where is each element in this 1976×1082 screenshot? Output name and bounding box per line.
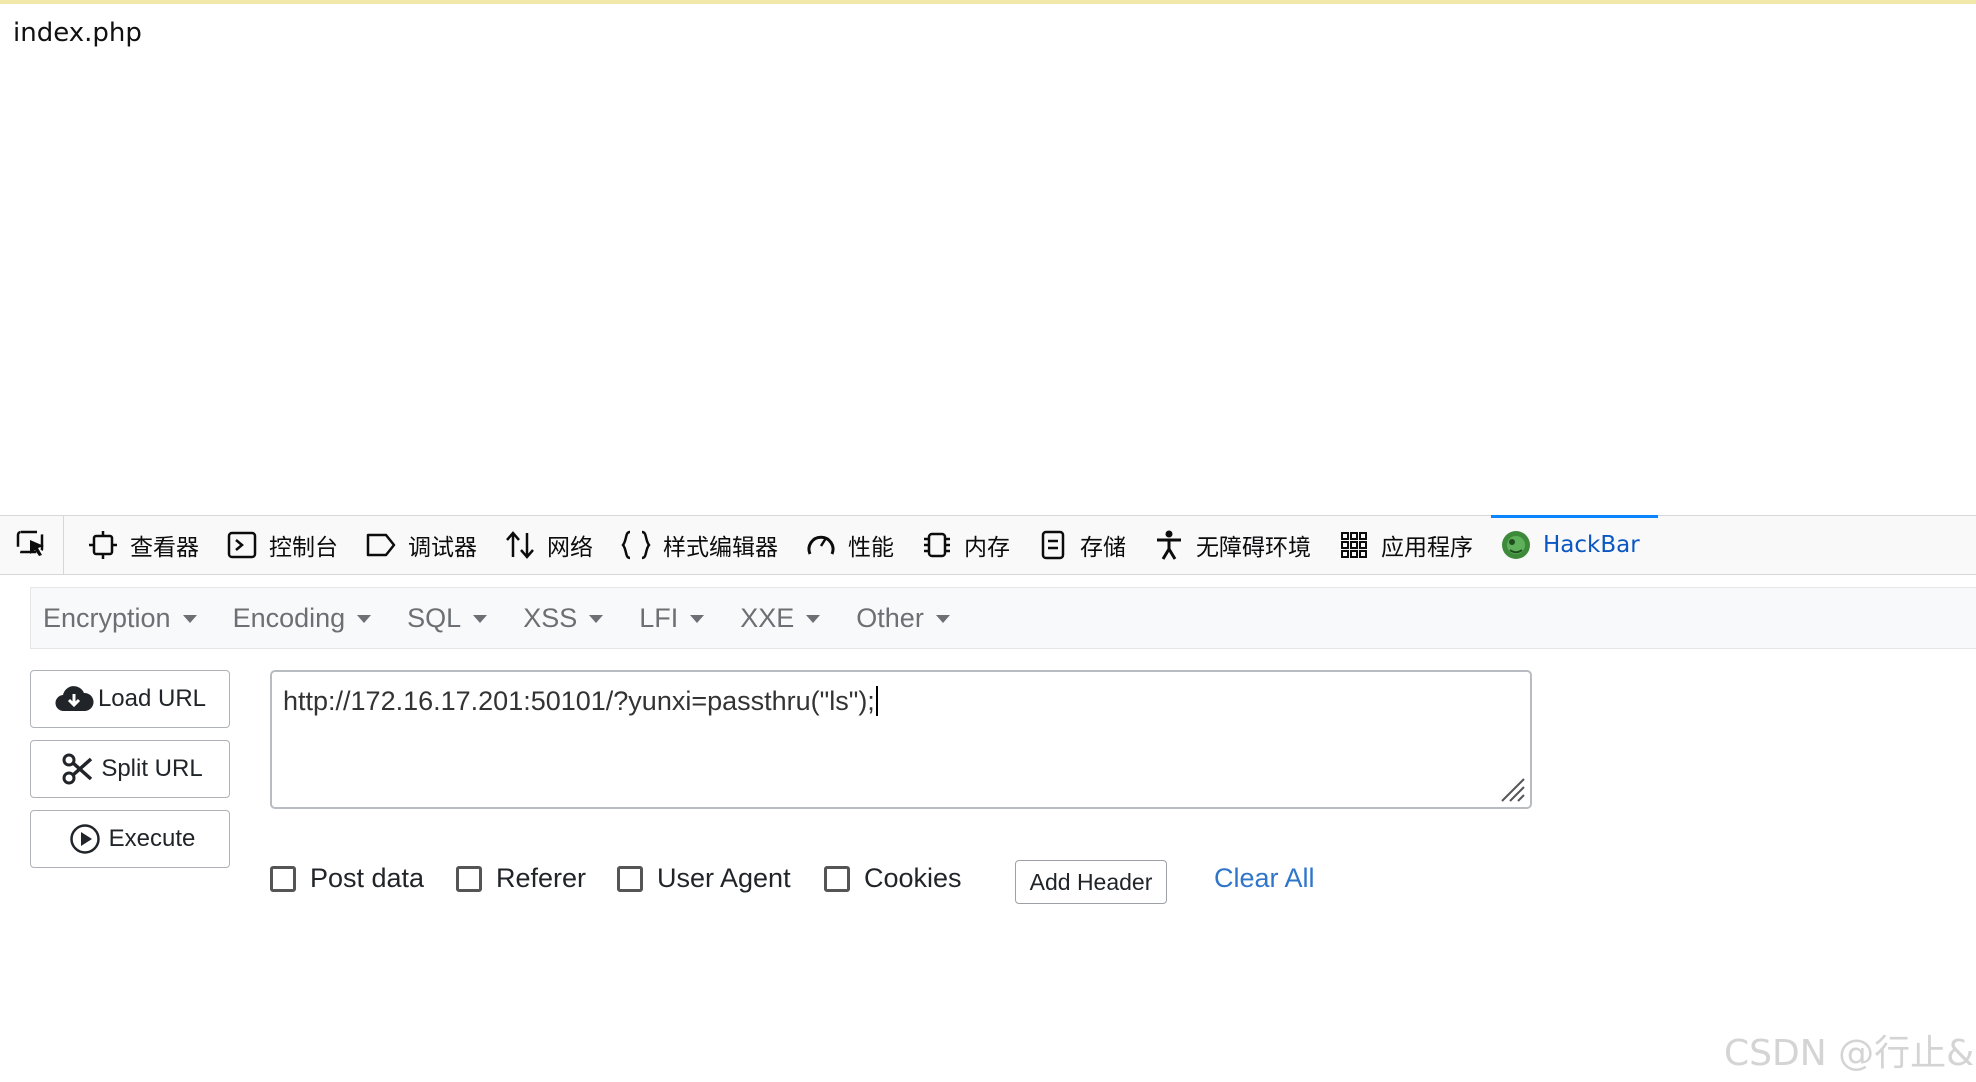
user-agent-checkbox[interactable]: User Agent bbox=[617, 863, 791, 894]
referer-checkbox[interactable]: Referer bbox=[456, 863, 586, 894]
style-editor-icon bbox=[619, 530, 653, 560]
tab-label: HackBar bbox=[1543, 532, 1640, 558]
tab-inspector[interactable]: 查看器 bbox=[78, 516, 217, 574]
caret-down-icon bbox=[357, 615, 372, 623]
hackbar-menu-bar: Encryption Encoding SQL XSS LFI XXE Othe… bbox=[30, 587, 1976, 649]
storage-icon bbox=[1036, 530, 1070, 560]
tab-application[interactable]: 应用程序 bbox=[1329, 516, 1491, 574]
devtools-toolbar: 查看器 控制台 调试器 网络 样式编辑器 性能 内存 存储 无障碍环境 应用程序… bbox=[0, 515, 1976, 575]
tab-console[interactable]: 控制台 bbox=[217, 516, 356, 574]
tab-label: 查看器 bbox=[130, 535, 199, 561]
menu-sql[interactable]: SQL bbox=[395, 603, 501, 634]
inspector-icon bbox=[86, 530, 120, 560]
url-text: http://172.16.17.201:50101/?yunxi=passth… bbox=[283, 686, 875, 716]
tab-label: 网络 bbox=[547, 535, 593, 561]
console-icon bbox=[225, 530, 259, 560]
menu-label: Other bbox=[856, 602, 924, 633]
tab-accessibility[interactable]: 无障碍环境 bbox=[1144, 516, 1329, 574]
tab-label: 性能 bbox=[848, 535, 894, 561]
load-url-label: Load URL bbox=[97, 685, 207, 712]
checkbox-box[interactable] bbox=[456, 865, 482, 892]
menu-label: LFI bbox=[639, 602, 679, 633]
caret-down-icon bbox=[589, 615, 604, 623]
menu-encryption[interactable]: Encryption bbox=[31, 603, 211, 634]
execute-label: Execute bbox=[108, 825, 196, 852]
tab-storage[interactable]: 存储 bbox=[1028, 516, 1144, 574]
performance-icon bbox=[804, 530, 838, 560]
resize-handle-icon[interactable] bbox=[1498, 775, 1526, 803]
text-cursor bbox=[875, 686, 878, 716]
tab-style-editor[interactable]: 样式编辑器 bbox=[611, 516, 796, 574]
menu-label: SQL bbox=[407, 602, 462, 633]
element-picker-icon bbox=[15, 528, 49, 562]
page-content-text: index.php bbox=[13, 18, 142, 48]
accessibility-icon bbox=[1152, 530, 1186, 560]
checkbox-box[interactable] bbox=[270, 865, 296, 892]
network-icon bbox=[503, 530, 537, 560]
tab-label: 样式编辑器 bbox=[663, 535, 778, 561]
load-url-button[interactable]: Load URL bbox=[30, 670, 230, 728]
menu-xxe[interactable]: XXE bbox=[728, 603, 834, 634]
tab-label: 存储 bbox=[1080, 535, 1126, 561]
tab-label: 调试器 bbox=[408, 535, 477, 561]
page-top-border bbox=[0, 0, 1976, 4]
tab-label: 无障碍环境 bbox=[1196, 535, 1311, 561]
tab-hackbar[interactable]: HackBar bbox=[1491, 515, 1658, 574]
cookies-label: Cookies bbox=[864, 863, 962, 893]
watermark: CSDN @行止& bbox=[1724, 1033, 1975, 1074]
menu-other[interactable]: Other bbox=[844, 603, 964, 634]
menu-encoding[interactable]: Encoding bbox=[221, 603, 386, 634]
hackbar-icon bbox=[1499, 530, 1533, 560]
play-circle-icon bbox=[65, 822, 105, 856]
application-icon bbox=[1337, 530, 1371, 560]
menu-label: Encoding bbox=[232, 602, 346, 633]
tab-label: 控制台 bbox=[269, 535, 338, 561]
post-data-checkbox[interactable]: Post data bbox=[270, 863, 424, 894]
menu-label: XSS bbox=[523, 602, 578, 633]
execute-button[interactable]: Execute bbox=[30, 810, 230, 868]
clear-all-link[interactable]: Clear All bbox=[1214, 863, 1315, 894]
url-textarea[interactable]: http://172.16.17.201:50101/?yunxi=passth… bbox=[270, 670, 1532, 809]
caret-down-icon bbox=[806, 615, 821, 623]
scissors-icon bbox=[57, 752, 97, 786]
element-picker-button[interactable] bbox=[0, 516, 64, 574]
checkbox-box[interactable] bbox=[617, 865, 643, 892]
caret-down-icon bbox=[182, 615, 197, 623]
tab-performance[interactable]: 性能 bbox=[796, 516, 912, 574]
referer-label: Referer bbox=[496, 863, 587, 893]
debugger-icon bbox=[364, 530, 398, 560]
checkbox-box[interactable] bbox=[824, 865, 850, 892]
tab-label: 应用程序 bbox=[1381, 535, 1473, 561]
split-url-button[interactable]: Split URL bbox=[30, 740, 230, 798]
cookies-checkbox[interactable]: Cookies bbox=[824, 863, 962, 894]
post-data-label: Post data bbox=[310, 863, 425, 893]
caret-down-icon bbox=[690, 615, 705, 623]
memory-icon bbox=[920, 530, 954, 560]
tab-label: 内存 bbox=[964, 535, 1010, 561]
menu-label: Encryption bbox=[43, 602, 171, 633]
menu-label: XXE bbox=[740, 602, 795, 633]
caret-down-icon bbox=[473, 615, 488, 623]
user-agent-label: User Agent bbox=[657, 863, 791, 893]
cloud-download-icon bbox=[54, 682, 94, 716]
caret-down-icon bbox=[935, 615, 950, 623]
tab-network[interactable]: 网络 bbox=[495, 516, 611, 574]
add-header-button[interactable]: Add Header bbox=[1015, 860, 1167, 904]
tab-memory[interactable]: 内存 bbox=[912, 516, 1028, 574]
menu-xss[interactable]: XSS bbox=[511, 603, 617, 634]
tab-debugger[interactable]: 调试器 bbox=[356, 516, 495, 574]
split-url-label: Split URL bbox=[101, 755, 203, 782]
menu-lfi[interactable]: LFI bbox=[627, 603, 718, 634]
